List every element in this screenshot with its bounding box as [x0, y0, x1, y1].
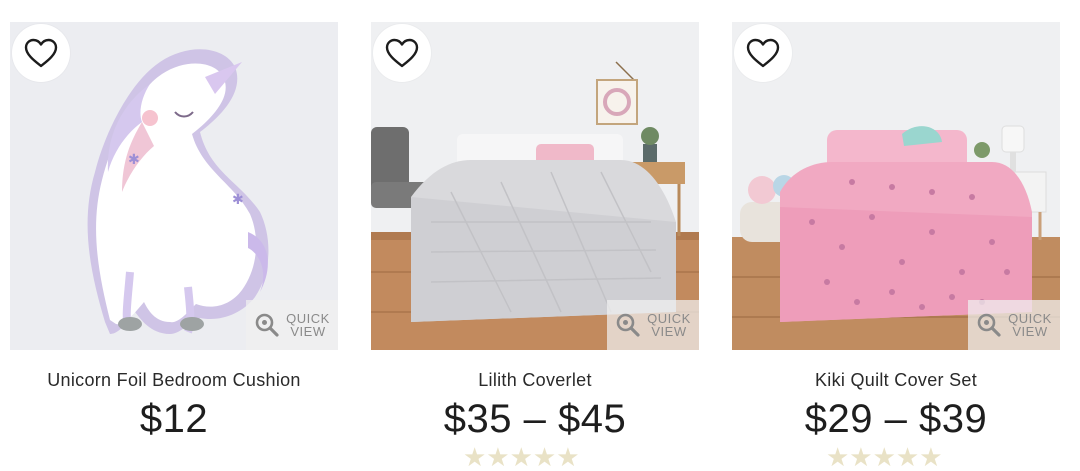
quick-view-label: QUICK VIEW	[647, 311, 691, 339]
product-image[interactable]: QUICK VIEW	[732, 22, 1060, 350]
zoom-icon	[615, 312, 641, 338]
rating-stars: ★★★★★	[463, 444, 580, 470]
quick-view-label: QUICK VIEW	[1008, 311, 1052, 339]
svg-text:✱: ✱	[232, 192, 244, 208]
svg-text:✱: ✱	[128, 152, 140, 168]
product-name[interactable]: Unicorn Foil Bedroom Cushion	[10, 370, 338, 391]
product-card[interactable]: ✱ ✱ QUICK VIEW Unicorn Foil Bedroom Cush…	[10, 22, 338, 442]
wishlist-button[interactable]	[12, 24, 70, 82]
wishlist-button[interactable]	[373, 24, 431, 82]
zoom-icon	[254, 312, 280, 338]
quick-view-button[interactable]: QUICK VIEW	[968, 300, 1060, 350]
product-image[interactable]: QUICK VIEW	[371, 22, 699, 350]
product-card[interactable]: QUICK VIEW Lilith Coverlet $35 – $45	[371, 22, 699, 442]
quick-view-button[interactable]: QUICK VIEW	[607, 300, 699, 350]
heart-outline-icon	[24, 38, 58, 68]
quick-view-label: QUICK VIEW	[286, 311, 330, 339]
product-card[interactable]: QUICK VIEW Kiki Quilt Cover Set $29 – $3…	[732, 22, 1060, 442]
product-price: $29 – $39	[804, 397, 988, 441]
product-image[interactable]: ✱ ✱ QUICK VIEW	[10, 22, 338, 350]
zoom-icon	[976, 312, 1002, 338]
product-name[interactable]: Lilith Coverlet	[371, 370, 699, 391]
product-grid: ✱ ✱ QUICK VIEW Unicorn Foil Bedroom Cush…	[0, 0, 1080, 471]
wishlist-button[interactable]	[734, 24, 792, 82]
product-price: $35 – $45	[443, 397, 627, 441]
heart-outline-icon	[746, 38, 780, 68]
quick-view-button[interactable]: QUICK VIEW	[246, 300, 338, 350]
product-price: $12	[139, 397, 209, 441]
product-name[interactable]: Kiki Quilt Cover Set	[732, 370, 1060, 391]
rating-stars: ★★★★★	[826, 444, 943, 470]
heart-outline-icon	[385, 38, 419, 68]
